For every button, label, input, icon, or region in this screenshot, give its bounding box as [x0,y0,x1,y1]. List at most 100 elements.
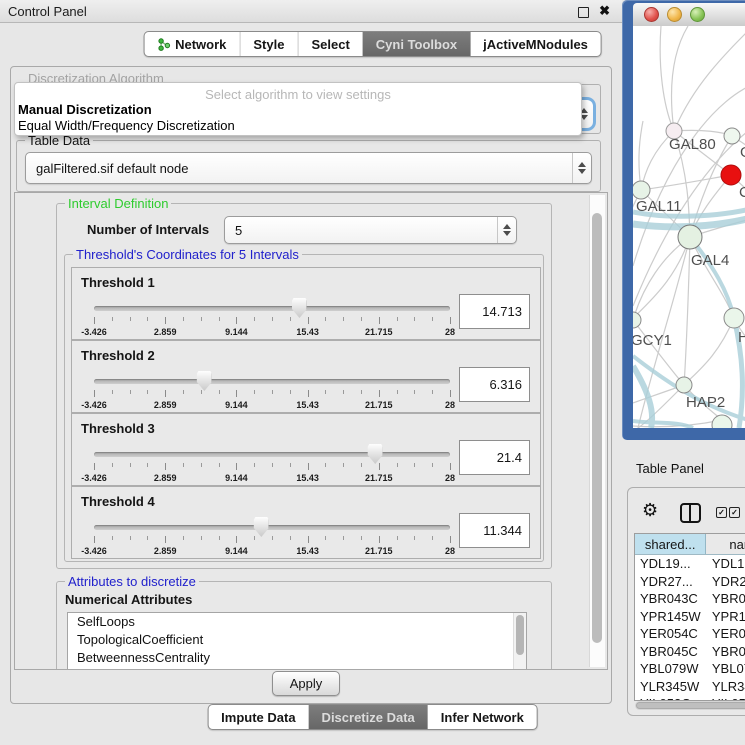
threshold-row: Threshold 3 -3.426 2.859 9.144 15.43 21.… [71,413,541,486]
slider-track[interactable] [94,306,450,311]
bottom-tab-bar: Impute Data Discretize Data Infer Networ… [207,704,538,730]
table-data-combo-stepper[interactable] [572,153,591,183]
attribute-item[interactable]: BetweennessCentrality [68,649,526,667]
numerical-attributes-label: Numerical Attributes [65,592,192,607]
node-right[interactable] [724,308,744,328]
slider-handle[interactable] [197,371,212,391]
threshold-slider[interactable]: -3.426 2.859 9.144 15.43 21.715 28 [94,519,450,557]
threshold-value-field[interactable]: 14.713 [459,294,530,329]
num-intervals-combo[interactable]: 5 [224,216,517,244]
thresholds-group: Threshold's Coordinates for 5 Intervals … [64,254,544,562]
table-row[interactable]: YLR345WYLR345W [635,678,745,696]
node-gal11[interactable] [633,181,650,199]
slider-handle[interactable] [292,298,307,318]
apply-button[interactable]: Apply [272,671,340,696]
table-row[interactable]: YBR045CYBR045C [635,643,745,661]
node-label-gcy1: GCY1 [633,332,672,349]
tab-jactivemnodules[interactable]: jActiveMNodules [470,32,601,56]
node-top-right[interactable] [724,128,740,144]
content-scrollbar-thumb[interactable] [592,213,602,643]
node-attribute-table: shared... name YDL19...YDL19... YDR27...… [634,533,745,701]
numerical-attributes-list: SelfLoops TopologicalCoefficient Between… [67,612,527,670]
threshold-label: Threshold 1 [81,275,155,290]
top-tab-bar: Network Style Select Cyni Toolbox jActiv… [143,31,602,57]
network-graph [633,26,745,428]
table-body: YDL19...YDL19... YDR27...YDR27... YBR043… [635,555,745,701]
slider-track[interactable] [94,452,450,457]
thresholds-legend: Threshold's Coordinates for 5 Intervals [73,247,302,262]
node-hap2[interactable] [676,377,692,393]
column-header-shared-name[interactable]: shared... [635,534,706,554]
attributes-group: Attributes to discretize Numerical Attri… [56,581,552,670]
threshold-label: Threshold 2 [81,348,155,363]
table-row[interactable]: YPR145WYPR145W [635,608,745,626]
tab-style[interactable]: Style [239,32,297,56]
tab-cyni-toolbox[interactable]: Cyni Toolbox [363,32,470,56]
tab-network-label: Network [175,37,226,52]
popup-option-manual-discretization[interactable]: Manual Discretization [18,102,152,117]
slider-ticks [94,463,450,471]
window-title: Control Panel [0,4,87,19]
slider-track[interactable] [94,525,450,530]
network-window-titlebar[interactable] [633,3,745,27]
column-header-name[interactable]: name [706,534,745,554]
threshold-label: Threshold 3 [81,421,155,436]
table-row[interactable]: YBR043CYBR043C [635,590,745,608]
table-horizontal-scrollbar[interactable] [635,701,745,710]
content-scrollbar[interactable] [589,195,605,667]
close-button-icon[interactable] [644,7,659,22]
slider-track[interactable] [94,379,450,384]
popup-hint: Select algorithm to view settings [15,87,581,102]
slider-ticks [94,390,450,398]
threshold-slider[interactable]: -3.426 2.859 9.144 15.43 21.715 28 [94,446,450,484]
tab-discretize-data[interactable]: Discretize Data [309,705,428,729]
node-red-selected[interactable] [721,165,741,185]
close-window-icon[interactable]: ✖ [599,3,610,19]
float-window-icon[interactable] [578,7,589,18]
threshold-slider[interactable]: -3.426 2.859 9.144 15.43 21.715 28 [94,300,450,338]
unselect-all-checkbox-icon[interactable]: ✓ [729,507,740,518]
threshold-slider[interactable]: -3.426 2.859 9.144 15.43 21.715 28 [94,373,450,411]
table-row[interactable]: YDL19...YDL19... [635,555,745,573]
tab-network[interactable]: Network [144,32,239,56]
attribute-item[interactable]: TopologicalCoefficient [68,631,526,649]
node-label-hap2: HAP2 [686,394,725,411]
table-data-combo-value: galFiltered.sif default node [26,161,572,176]
slider-ticks [94,536,450,544]
control-panel-titlebar: Control Panel ✖ [0,0,622,23]
attribute-item[interactable]: SelfLoops [68,613,526,631]
settings-scroll-panel: Interval Definition Number of Intervals … [14,192,608,670]
threshold-row: Threshold 2 -3.426 2.859 9.144 15.43 21.… [71,340,541,413]
show-columns-icon[interactable] [680,503,701,523]
zoom-button-icon[interactable] [690,7,705,22]
node-gal4[interactable] [678,225,702,249]
node-gcy1[interactable] [633,312,641,328]
node-label-gal4: GAL4 [691,252,729,269]
table-data-group: Table Data galFiltered.sif default node [16,140,601,192]
node-label-g: G [740,144,745,161]
popup-option-equal-width-frequency[interactable]: Equal Width/Frequency Discretization [18,118,235,133]
network-canvas[interactable]: GAL80 G C GAL11 GAL4 GCY1 H HAP2 [633,26,745,428]
gear-icon[interactable]: ⚙ [642,500,658,521]
table-row[interactable]: YDR27...YDR27... [635,573,745,591]
table-row[interactable]: YER054CYER054C [635,625,745,643]
slider-handle[interactable] [368,444,383,464]
tab-select[interactable]: Select [297,32,362,56]
node-bottom-partial[interactable] [712,415,732,428]
table-panel-header: Table Panel [622,452,745,485]
network-window[interactable]: GAL80 G C GAL11 GAL4 GCY1 H HAP2 [622,0,745,440]
slider-handle[interactable] [254,517,269,537]
tab-impute-data[interactable]: Impute Data [208,705,308,729]
minimize-button-icon[interactable] [667,7,682,22]
threshold-value-field[interactable]: 6.316 [459,367,530,402]
interval-definition-legend: Interval Definition [65,196,171,211]
table-data-combo[interactable]: galFiltered.sif default node [25,152,592,184]
table-row[interactable]: YBL079WYBL079W [635,660,745,678]
tab-infer-network[interactable]: Infer Network [428,705,537,729]
threshold-value-field[interactable]: 21.4 [459,440,530,475]
select-all-checkbox-icon[interactable]: ✓ [716,507,727,518]
threshold-value-field[interactable]: 11.344 [459,513,530,548]
num-intervals-stepper[interactable] [497,217,516,243]
node-label-gal80: GAL80 [669,136,716,153]
list-scrollbar[interactable] [513,613,526,669]
